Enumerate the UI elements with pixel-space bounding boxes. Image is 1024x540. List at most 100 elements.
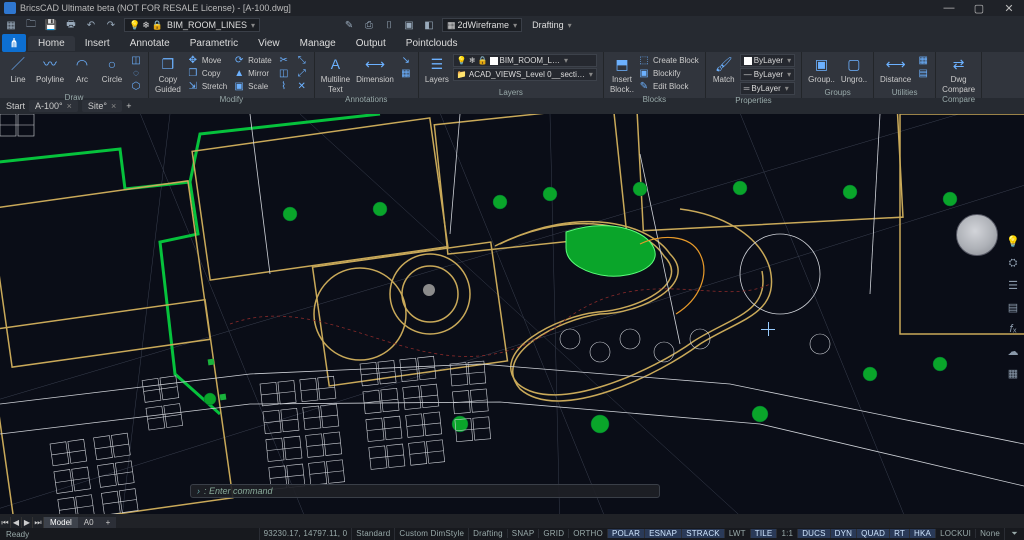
arc-button[interactable]: ◠Arc (70, 54, 94, 84)
modify-more-icon[interactable]: ✂ (278, 54, 290, 66)
status-toggle-hka[interactable]: HKA (909, 529, 935, 538)
line-button[interactable]: ／Line (6, 54, 30, 84)
close-button[interactable]: ✕ (994, 2, 1024, 15)
draw-extra-icon[interactable]: ⬡ (130, 80, 142, 92)
status-toggle-esnap[interactable]: ESNAP (644, 529, 681, 538)
edit-block-button[interactable]: ✎Edit Block (638, 80, 699, 92)
copy-button[interactable]: ❐CopyGuided (155, 54, 181, 94)
mirror-button[interactable]: ▲Mirror (233, 67, 272, 79)
copy2-button[interactable]: ❐Copy (187, 67, 227, 79)
status-toggle-strack[interactable]: STRACK (681, 529, 724, 538)
tool-icon[interactable]: ◧ (422, 18, 436, 32)
undo-icon[interactable]: ↶ (84, 18, 98, 32)
modify-more-icon[interactable]: ⤡ (296, 54, 308, 66)
workspace-status[interactable]: Drafting (468, 528, 507, 540)
circle-button[interactable]: ○Circle (100, 54, 124, 84)
sheet-icon[interactable]: ▤ (1006, 300, 1020, 314)
text-style[interactable]: Standard (351, 528, 394, 540)
close-icon[interactable]: × (67, 101, 72, 111)
blockify-button[interactable]: ▣Blockify (638, 67, 699, 79)
weight-bylayer-dd[interactable]: ═ByLayer▾ (740, 82, 795, 95)
modify-more-icon[interactable]: ◫ (278, 67, 290, 79)
modify-more-icon[interactable]: ⤢ (296, 67, 308, 79)
create-block-button[interactable]: ⬚Create Block (638, 54, 699, 66)
status-toggle-quad[interactable]: QUAD (856, 529, 889, 538)
tab-view[interactable]: View (248, 36, 290, 51)
status-toggle-ducs[interactable]: DUCS (797, 529, 829, 538)
group-button[interactable]: ▣Group.. (808, 54, 835, 84)
dwg-compare-button[interactable]: ⇄DwgCompare (942, 54, 975, 94)
view-cube[interactable] (956, 214, 998, 256)
tool-icon[interactable]: ⎙ (362, 18, 376, 32)
new-icon[interactable]: ▦ (4, 18, 18, 32)
fx-icon[interactable]: 𝑓ₓ (1006, 322, 1020, 336)
settings-icon[interactable]: ⛭ (1006, 256, 1020, 270)
status-toggle-rt[interactable]: RT (889, 529, 909, 538)
status-toggle-ortho[interactable]: ORTHO (568, 529, 607, 538)
tab-home[interactable]: Home (28, 36, 75, 51)
maximize-button[interactable]: ▢ (964, 2, 994, 15)
redo-icon[interactable]: ↷ (104, 18, 118, 32)
doc-tab-site[interactable]: Site°× (82, 100, 122, 112)
status-toggle-lockui[interactable]: LOCKUI (935, 529, 975, 538)
draw-extra-icon[interactable]: ◌ (130, 67, 142, 79)
dimension-button[interactable]: ⟷Dimension (356, 54, 394, 84)
insert-block-button[interactable]: ⬒InsertBlock.. (610, 54, 634, 94)
current-layer-dropdown[interactable]: 💡❄🔒BIM_ROOM_L…▾ (453, 54, 597, 67)
distance-button[interactable]: ⟷Distance (880, 54, 911, 84)
tab-insert[interactable]: Insert (75, 36, 120, 51)
command-line[interactable]: › : Enter command (190, 484, 660, 498)
layers-icon[interactable]: ☰ (1006, 278, 1020, 292)
status-menu-icon[interactable]: ⏷ (1004, 528, 1024, 540)
tab-output[interactable]: Output (346, 36, 396, 51)
modify-more-icon[interactable]: ✕ (296, 80, 308, 92)
start-tab[interactable]: Start (6, 101, 25, 111)
drawing-viewport[interactable]: 💡 ⛭ ☰ ▤ 𝑓ₓ ☁ ▦ › : Enter command (0, 114, 1024, 514)
status-toggle-1:1[interactable]: 1:1 (776, 529, 797, 538)
add-doc-button[interactable]: + (126, 101, 131, 111)
move-button[interactable]: ✥Move (187, 54, 227, 66)
tab-pointclouds[interactable]: Pointclouds (396, 36, 468, 51)
mtext-button[interactable]: AMultilineText (321, 54, 350, 94)
ungroup-button[interactable]: ▢Ungro.. (841, 54, 867, 84)
grid-icon[interactable]: ▦ (1006, 366, 1020, 380)
tool-icon[interactable]: ✎ (342, 18, 356, 32)
cloud-icon[interactable]: ☁ (1006, 344, 1020, 358)
polyline-button[interactable]: 〰Polyline (36, 54, 64, 84)
rotate-button[interactable]: ⟳Rotate (233, 54, 272, 66)
leader-icon[interactable]: ↘ (400, 54, 412, 66)
status-toggle-lwt[interactable]: LWT (724, 529, 750, 538)
status-toggle-dyn[interactable]: DYN (830, 529, 857, 538)
status-toggle-snap[interactable]: SNAP (507, 529, 539, 538)
layer-quick-selector[interactable]: 💡❄🔒 BIM_ROOM_LINES ▾ (124, 18, 260, 32)
dim-style[interactable]: Custom DimStyle (394, 528, 468, 540)
stretch-button[interactable]: ⇲Stretch (187, 80, 227, 92)
open-icon[interactable]: 🗀 (24, 18, 38, 32)
app-menu-button[interactable]: ⋔ (2, 34, 26, 52)
status-toggle-none[interactable]: None (975, 529, 1004, 538)
layer-filter-dropdown[interactable]: 📁ACAD_VIEWS_Level 0__secti…▾ (453, 68, 597, 81)
close-icon[interactable]: × (111, 101, 116, 111)
modify-more-icon[interactable]: ⌇ (278, 80, 290, 92)
doc-tab-a100[interactable]: A-100°× (29, 100, 78, 112)
status-toggle-tile[interactable]: TILE (750, 529, 777, 538)
tab-parametric[interactable]: Parametric (180, 36, 248, 51)
tool-icon[interactable]: ⌷ (382, 18, 396, 32)
workspace-selector[interactable]: Drafting▾ (528, 18, 576, 32)
tab-manage[interactable]: Manage (290, 36, 346, 51)
color-bylayer-dd[interactable]: ByLayer▾ (740, 54, 795, 67)
visual-style-selector[interactable]: ▦2dWireframe▾ (442, 18, 522, 32)
print-icon[interactable]: 🖶 (64, 18, 78, 32)
util-icon[interactable]: ▤ (917, 67, 929, 79)
match-properties-button[interactable]: 🖌Match (712, 54, 736, 84)
scale-button[interactable]: ▣Scale (233, 80, 272, 92)
minimize-button[interactable]: — (934, 2, 964, 14)
draw-extra-icon[interactable]: ◫ (130, 54, 142, 66)
save-icon[interactable]: 💾 (44, 18, 58, 32)
lightbulb-icon[interactable]: 💡 (1006, 234, 1020, 248)
table-icon[interactable]: ▦ (400, 67, 412, 79)
tab-annotate[interactable]: Annotate (120, 36, 180, 51)
status-toggle-grid[interactable]: GRID (538, 529, 568, 538)
cad-canvas[interactable] (0, 114, 1024, 514)
tool-icon[interactable]: ▣ (402, 18, 416, 32)
